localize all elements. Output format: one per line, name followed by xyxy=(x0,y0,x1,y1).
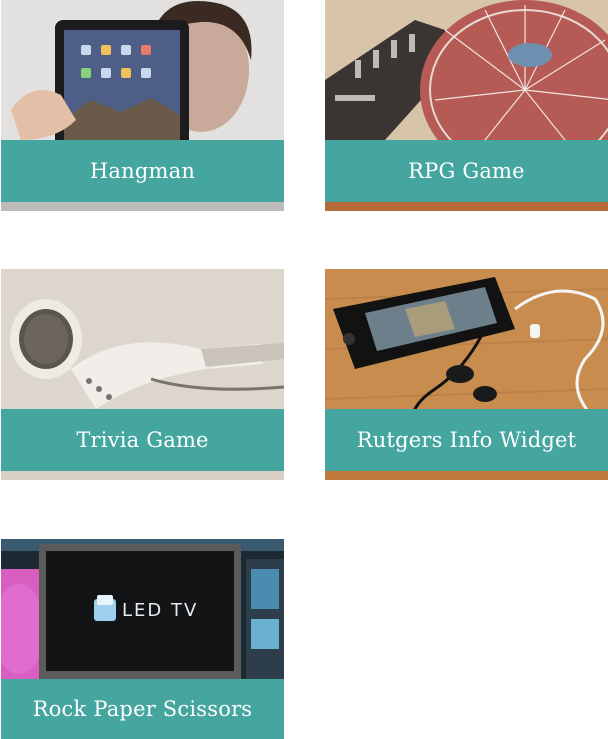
tile-rpg-game[interactable]: RPG Game xyxy=(325,0,608,211)
tile-hangman[interactable]: Hangman xyxy=(1,0,284,211)
tile-label-bar: Trivia Game xyxy=(1,409,284,471)
tile-label-bar: RPG Game xyxy=(325,140,608,202)
tile-label: Hangman xyxy=(89,159,196,183)
tile-label: Trivia Game xyxy=(76,428,209,452)
tile-label-bar: Hangman xyxy=(1,140,284,202)
tile-label: RPG Game xyxy=(408,159,525,183)
tile-label: Rock Paper Scissors xyxy=(32,697,253,721)
svg-text:LED TV: LED TV xyxy=(122,600,198,621)
tile-trivia-game[interactable]: Trivia Game xyxy=(1,269,284,480)
tile-label-bar: Rutgers Info Widget xyxy=(325,409,608,471)
tile-rock-paper-scissors[interactable]: LED TV Rock Paper Scissors xyxy=(1,539,284,739)
tile-label-bar: Rock Paper Scissors xyxy=(1,679,284,739)
tile-label: Rutgers Info Widget xyxy=(356,428,577,452)
tile-rutgers-info-widget[interactable]: Rutgers Info Widget xyxy=(325,269,608,480)
